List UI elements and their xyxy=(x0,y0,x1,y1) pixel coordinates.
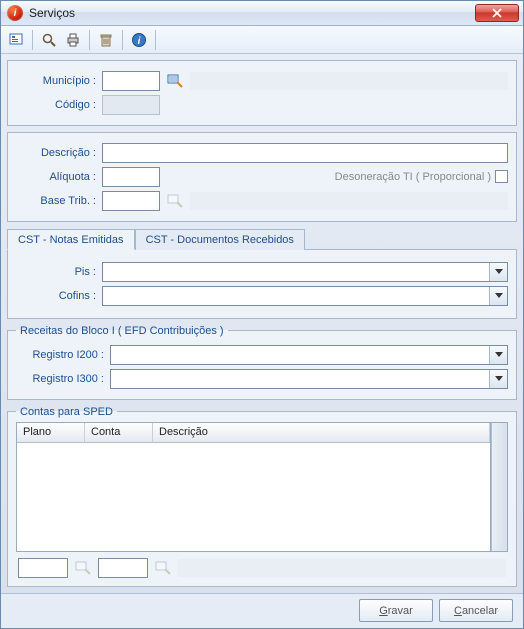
sped-plano-lookup[interactable] xyxy=(72,558,94,578)
chevron-down-icon xyxy=(489,263,507,281)
municipio-label: Município : xyxy=(16,75,98,87)
gravar-button[interactable]: Gravar xyxy=(359,599,433,622)
lookup-icon xyxy=(155,560,171,576)
tab-notas-emitidas[interactable]: CST - Notas Emitidas xyxy=(7,229,135,250)
tab-body: Pis : Cofins : xyxy=(7,250,517,319)
codigo-label: Código : xyxy=(16,99,98,111)
municipio-panel: Município : Código : xyxy=(7,60,517,126)
desoneracao-label: Desoneração TI ( Proporcional ) xyxy=(164,171,491,183)
sped-conta-input[interactable] xyxy=(98,558,148,578)
toolbar-separator xyxy=(155,30,156,50)
toolbar: i xyxy=(1,26,523,53)
sped-bottom-row xyxy=(16,552,508,580)
base-input[interactable] xyxy=(102,191,160,211)
vscroll[interactable] xyxy=(491,422,508,552)
municipio-input[interactable] xyxy=(102,71,160,91)
cofins-select[interactable] xyxy=(102,286,508,306)
col-plano: Plano xyxy=(17,423,85,442)
window-title: Serviços xyxy=(29,6,475,20)
svg-text:i: i xyxy=(138,36,141,47)
search-tool[interactable] xyxy=(38,29,60,51)
base-label: Base Trib. : xyxy=(16,195,98,207)
lookup-icon xyxy=(167,73,183,89)
i300-label: Registro I300 : xyxy=(16,373,106,385)
toolbar-separator xyxy=(122,30,123,50)
descricao-label: Descrição : xyxy=(16,147,98,159)
sped-plano-input[interactable] xyxy=(18,558,68,578)
col-conta: Conta xyxy=(85,423,153,442)
table-body xyxy=(17,443,490,551)
print-tool[interactable] xyxy=(62,29,84,51)
cst-tabs-container: CST - Notas Emitidas CST - Documentos Re… xyxy=(7,228,517,319)
help-tool[interactable]: i xyxy=(128,29,150,51)
codigo-box xyxy=(102,95,160,115)
aliquota-input[interactable] xyxy=(102,167,160,187)
cofins-label: Cofins : xyxy=(16,290,98,302)
desoneracao-checkbox[interactable] xyxy=(495,170,508,183)
print-icon xyxy=(65,32,81,48)
filter-tool[interactable] xyxy=(5,29,27,51)
descricao-input[interactable] xyxy=(102,143,508,163)
lookup-icon xyxy=(75,560,91,576)
i200-label: Registro I200 : xyxy=(16,349,106,361)
sped-fieldset: Contas para SPED Plano Conta Descrição xyxy=(7,406,517,587)
delete-tool[interactable] xyxy=(95,29,117,51)
i200-select[interactable] xyxy=(110,345,508,365)
pis-select[interactable] xyxy=(102,262,508,282)
titlebar: i Serviços xyxy=(1,1,523,26)
municipio-desc xyxy=(190,72,508,90)
toolbar-separator xyxy=(89,30,90,50)
footer: Gravar Cancelar xyxy=(1,593,523,628)
aliquota-label: Alíquota : xyxy=(16,171,98,183)
lookup-icon xyxy=(167,193,183,209)
filter-icon xyxy=(8,32,24,48)
sped-desc xyxy=(178,559,506,577)
sped-conta-lookup[interactable] xyxy=(152,558,174,578)
tabs: CST - Notas Emitidas CST - Documentos Re… xyxy=(7,228,517,250)
cancelar-button[interactable]: Cancelar xyxy=(439,599,513,622)
chevron-down-icon xyxy=(489,287,507,305)
sped-legend: Contas para SPED xyxy=(16,406,117,418)
app-icon: i xyxy=(7,5,23,21)
sped-table[interactable]: Plano Conta Descrição xyxy=(16,422,491,552)
close-button[interactable] xyxy=(475,4,519,22)
i300-select[interactable] xyxy=(110,369,508,389)
col-descricao: Descrição xyxy=(153,423,490,442)
table-header: Plano Conta Descrição xyxy=(17,423,490,443)
chevron-down-icon xyxy=(489,346,507,364)
search-icon xyxy=(41,32,57,48)
close-icon xyxy=(491,8,503,18)
tab-documentos-recebidos[interactable]: CST - Documentos Recebidos xyxy=(135,229,305,250)
help-icon: i xyxy=(131,32,147,48)
trash-icon xyxy=(98,32,114,48)
bloco-i-legend: Receitas do Bloco I ( EFD Contribuições … xyxy=(16,325,228,337)
toolbar-separator xyxy=(32,30,33,50)
descricao-panel: Descrição : Alíquota : Desoneração TI ( … xyxy=(7,132,517,222)
content: Município : Código : Descrição : xyxy=(1,54,523,593)
municipio-lookup-button[interactable] xyxy=(164,71,186,91)
chevron-down-icon xyxy=(489,370,507,388)
bloco-i-fieldset: Receitas do Bloco I ( EFD Contribuições … xyxy=(7,325,517,400)
pis-label: Pis : xyxy=(16,266,98,278)
base-lookup-button[interactable] xyxy=(164,191,186,211)
base-desc xyxy=(190,192,508,210)
window: i Serviços xyxy=(0,0,524,629)
